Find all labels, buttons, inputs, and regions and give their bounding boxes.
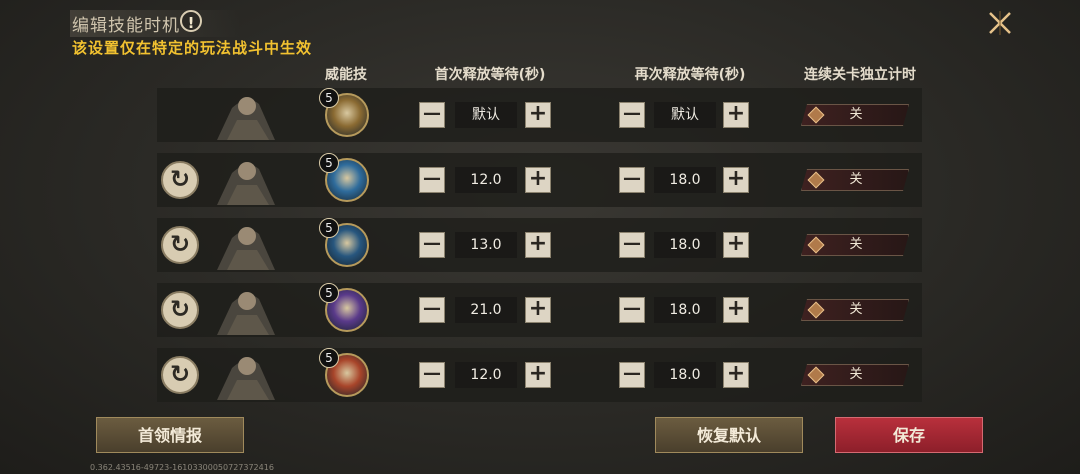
repeat-wait-decrease-button[interactable]: —	[619, 297, 645, 323]
repeat-wait-increase-button[interactable]: +	[723, 362, 749, 388]
hero-row: ↻ 5 — 13.0 + — 18.0 + 关	[157, 218, 922, 272]
reset-icon[interactable]: ↻	[161, 356, 199, 394]
dialog-subtitle: 该设置仅在特定的玩法战斗中生效	[72, 39, 313, 57]
independent-timer-toggle[interactable]: 关	[801, 169, 909, 191]
skill-level-badge: 5	[319, 348, 339, 368]
repeat-wait-decrease-button[interactable]: —	[619, 167, 645, 193]
hero-row: ↻ 5 — 21.0 + — 18.0 + 关	[157, 283, 922, 337]
header-repeat-wait: 再次释放等待(秒)	[634, 67, 746, 83]
header-first-wait: 首次释放等待(秒)	[434, 67, 546, 83]
repeat-wait-decrease-button[interactable]: —	[619, 102, 645, 128]
skill-level-badge: 5	[319, 88, 339, 108]
first-wait-decrease-button[interactable]: —	[419, 297, 445, 323]
hero-portrait	[217, 227, 275, 270]
independent-timer-toggle[interactable]: 关	[801, 299, 909, 321]
first-wait-decrease-button[interactable]: —	[419, 362, 445, 388]
toggle-label: 关	[849, 107, 863, 122]
independent-timer-toggle[interactable]: 关	[801, 234, 909, 256]
hero-row: 5 — 默认 + — 默认 + 关	[157, 88, 922, 142]
save-button[interactable]: 保存	[835, 417, 983, 453]
dialog-title: 编辑技能时机	[70, 10, 240, 37]
hero-portrait	[217, 357, 275, 400]
repeat-wait-increase-button[interactable]: +	[723, 167, 749, 193]
version-text: 0.362.43516-49723-16103300050727372416	[90, 463, 274, 472]
warning-icon[interactable]: !	[180, 10, 202, 32]
first-wait-value: 13.0	[455, 232, 517, 258]
reset-icon[interactable]: ↻	[161, 226, 199, 264]
first-wait-increase-button[interactable]: +	[525, 102, 551, 128]
first-wait-value: 默认	[455, 102, 517, 128]
skill-level-badge: 5	[319, 153, 339, 173]
first-wait-increase-button[interactable]: +	[525, 232, 551, 258]
hero-portrait	[217, 162, 275, 205]
first-wait-value: 12.0	[455, 167, 517, 193]
repeat-wait-increase-button[interactable]: +	[723, 297, 749, 323]
repeat-wait-increase-button[interactable]: +	[723, 102, 749, 128]
skill-level-badge: 5	[319, 283, 339, 303]
independent-timer-toggle[interactable]: 关	[801, 364, 909, 386]
repeat-wait-decrease-button[interactable]: —	[619, 232, 645, 258]
repeat-wait-increase-button[interactable]: +	[723, 232, 749, 258]
toggle-label: 关	[849, 172, 863, 187]
hero-row: ↻ 5 — 12.0 + — 18.0 + 关	[157, 153, 922, 207]
toggle-label: 关	[849, 367, 863, 382]
hero-portrait	[217, 292, 275, 335]
repeat-wait-value: 18.0	[654, 362, 716, 388]
first-wait-increase-button[interactable]: +	[525, 297, 551, 323]
first-wait-increase-button[interactable]: +	[525, 167, 551, 193]
header-ultimate: 威能技	[325, 67, 367, 83]
hero-portrait	[217, 97, 275, 140]
toggle-label: 关	[849, 237, 863, 252]
repeat-wait-value: 18.0	[654, 167, 716, 193]
repeat-wait-value: 18.0	[654, 232, 716, 258]
first-wait-value: 12.0	[455, 362, 517, 388]
header-independent-timer: 连续关卡独立计时	[804, 67, 916, 83]
boss-info-button[interactable]: 首领情报	[96, 417, 244, 453]
reset-icon[interactable]: ↻	[161, 291, 199, 329]
first-wait-value: 21.0	[455, 297, 517, 323]
first-wait-decrease-button[interactable]: —	[419, 102, 445, 128]
close-icon[interactable]	[986, 9, 1014, 37]
hero-row: ↻ 5 — 12.0 + — 18.0 + 关	[157, 348, 922, 402]
independent-timer-toggle[interactable]: 关	[801, 104, 909, 126]
repeat-wait-value: 默认	[654, 102, 716, 128]
restore-default-button[interactable]: 恢复默认	[655, 417, 803, 453]
reset-icon[interactable]: ↻	[161, 161, 199, 199]
repeat-wait-decrease-button[interactable]: —	[619, 362, 645, 388]
first-wait-increase-button[interactable]: +	[525, 362, 551, 388]
skill-level-badge: 5	[319, 218, 339, 238]
first-wait-decrease-button[interactable]: —	[419, 232, 445, 258]
first-wait-decrease-button[interactable]: —	[419, 167, 445, 193]
repeat-wait-value: 18.0	[654, 297, 716, 323]
toggle-label: 关	[849, 302, 863, 317]
